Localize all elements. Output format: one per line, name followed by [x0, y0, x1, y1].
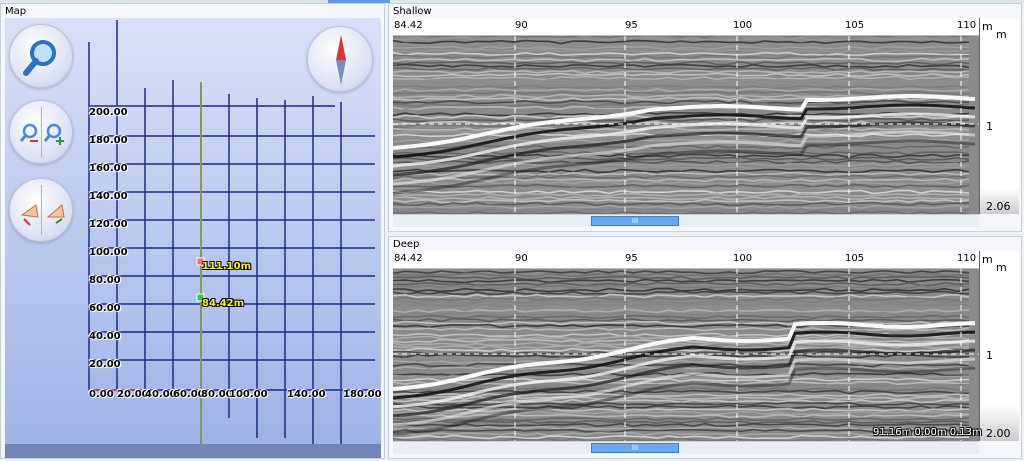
compass-icon	[336, 35, 346, 85]
y-label-160: 160.00	[89, 163, 128, 174]
zoom-in-icon[interactable]	[10, 101, 74, 165]
y-label-80: 80.00	[89, 275, 121, 286]
compass-button[interactable]	[307, 26, 373, 92]
deep-depth-axis: m m 1 2.00	[979, 251, 1019, 441]
y-label-180: 180.00	[89, 135, 128, 146]
shallow-depth-max: 2.06	[986, 200, 1011, 213]
shallow-depth-1: 1	[986, 120, 993, 133]
shallow-unit-right: m	[996, 28, 1007, 41]
map-canvas[interactable]: 200.00 180.00 160.00 140.00 120.00 100.0…	[5, 18, 381, 458]
map-status-strip	[5, 444, 381, 458]
search-button[interactable]	[9, 24, 73, 88]
shallow-depth-axis: m m 1 2.06	[979, 18, 1019, 214]
deep-unit-right: m	[996, 261, 1007, 274]
y-label-60: 60.00	[89, 303, 121, 314]
x-label-100: 100.00	[229, 389, 268, 400]
deep-panel-title: Deep	[393, 239, 420, 250]
x-label-20: 20.00	[117, 389, 149, 400]
shallow-tick-90: 90	[515, 20, 528, 31]
magnifier-icon	[23, 40, 56, 76]
shallow-panel-title: Shallow	[393, 6, 432, 17]
shallow-tick-95: 95	[625, 20, 638, 31]
y-label-140: 140.00	[89, 191, 128, 202]
y-label-120: 120.00	[89, 219, 128, 230]
marker-end-label: 111.10m	[202, 261, 252, 272]
zoom-control	[9, 100, 73, 164]
shallow-tick-105: 105	[845, 20, 865, 31]
deep-depth-1: 1	[986, 349, 993, 362]
deep-tick-100: 100	[733, 253, 753, 264]
deep-unit-top: m	[982, 253, 993, 266]
y-label-40: 40.00	[89, 331, 121, 342]
deep-radargram-image	[393, 269, 979, 441]
deep-distance-axis: 84.42 90 95 100 105 110	[393, 251, 979, 269]
rotate-control	[9, 178, 73, 242]
deep-tick-95: 95	[625, 253, 638, 264]
deep-tick-110: 110	[957, 253, 977, 264]
shallow-unit-top: m	[982, 20, 993, 33]
x-label-0: 0.00	[89, 389, 114, 400]
shallow-scrollbar[interactable]: III	[393, 214, 979, 227]
deep-panel: Deep 84.42 90 95 100 105 110 m m 1 2.00 …	[388, 236, 1022, 459]
y-label-20: 20.00	[89, 359, 121, 370]
shallow-panel: Shallow 84.42 90 95 100 105 110 m m 1 2.…	[388, 3, 1022, 232]
deep-tick-90: 90	[515, 253, 528, 264]
deep-tick-start: 84.42	[394, 253, 423, 264]
shallow-radargram[interactable]	[393, 36, 979, 214]
deep-scroll-thumb[interactable]: III	[591, 443, 679, 453]
marker-start-label: 84.42m	[202, 298, 245, 309]
x-label-140: 140.00	[287, 389, 326, 400]
shallow-radargram-image	[393, 36, 979, 214]
x-label-80: 80.00	[201, 389, 233, 400]
deep-scrollbar[interactable]: III	[393, 441, 979, 454]
shallow-tick-100: 100	[733, 20, 753, 31]
x-label-40: 40.00	[145, 389, 177, 400]
cursor-readout: 91.16m 0.00m 0.13m	[873, 427, 982, 438]
shallow-tick-start: 84.42	[394, 20, 423, 31]
shallow-scroll-thumb[interactable]: III	[591, 216, 679, 226]
y-label-100: 100.00	[89, 247, 128, 258]
map-panel-title: Map	[5, 6, 27, 17]
y-label-200: 200.00	[89, 107, 128, 118]
deep-depth-max: 2.00	[986, 427, 1011, 440]
x-label-180: 180.00	[343, 389, 381, 400]
deep-tick-105: 105	[845, 253, 865, 264]
x-label-60: 60.00	[173, 389, 205, 400]
deep-radargram[interactable]	[393, 269, 979, 441]
shallow-distance-axis: 84.42 90 95 100 105 110	[393, 18, 979, 36]
map-panel: Map 200.00 180.00 160.00 140.00 120.00 1…	[0, 3, 385, 459]
rotate-right-icon[interactable]	[10, 179, 74, 243]
shallow-tick-110: 110	[957, 20, 977, 31]
